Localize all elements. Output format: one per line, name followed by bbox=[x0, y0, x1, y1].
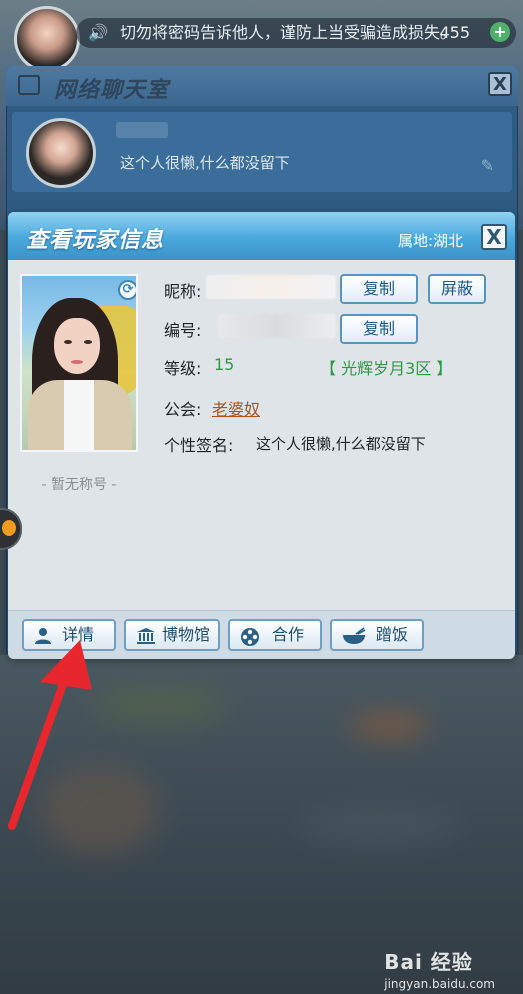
dialog-close-button[interactable]: X bbox=[481, 224, 507, 250]
film-reel-icon bbox=[240, 627, 259, 646]
notice-text: 切勿将密码告诉他人，谨防上当受骗造成损失。 bbox=[120, 23, 457, 42]
dialog-footer: 详情 博物馆 合作 蹭饭 bbox=[8, 610, 515, 659]
details-button[interactable]: 详情 bbox=[22, 619, 116, 651]
signature-label: 个性签名: bbox=[164, 436, 234, 455]
chat-close-button[interactable]: X bbox=[488, 72, 512, 96]
my-profile-row: 这个人很懒,什么都没留下 ✎ bbox=[12, 112, 512, 192]
chat-room-header: 网络聊天室 X bbox=[6, 66, 518, 106]
free-meal-button[interactable]: 蹭饭 bbox=[330, 619, 424, 651]
refresh-icon[interactable]: ⟳ bbox=[118, 280, 136, 300]
blurred-chat-background bbox=[0, 655, 523, 994]
server-name: 【 光辉岁月3区 】 bbox=[320, 359, 453, 378]
my-name-blurred bbox=[116, 122, 168, 138]
id-label: 编号: bbox=[164, 321, 202, 340]
cooperate-label: 合作 bbox=[272, 625, 305, 644]
id-value-blurred bbox=[218, 314, 336, 338]
speaker-icon: 🔊 bbox=[88, 23, 108, 42]
portrait-face bbox=[54, 318, 100, 374]
chat-room-title: 网络聊天室 bbox=[54, 78, 170, 103]
player-portrait: ⟳ bbox=[20, 274, 138, 452]
player-info-dialog: 查看玩家信息 属地:湖北 X ⟳ - 暂无称号 - 昵称: 复制 屏蔽 编号: … bbox=[8, 212, 515, 659]
guild-link[interactable]: 老婆奴 bbox=[212, 396, 260, 420]
watermark-url: jingyan.baidu.com bbox=[384, 977, 495, 991]
my-avatar[interactable] bbox=[26, 118, 96, 188]
guild-label: 公会: bbox=[164, 400, 202, 419]
museum-icon bbox=[136, 627, 155, 645]
user-icon bbox=[34, 627, 52, 645]
blurred-shape bbox=[40, 765, 160, 855]
copy-id-button[interactable]: 复制 bbox=[340, 314, 418, 344]
add-currency-button[interactable]: + bbox=[490, 22, 510, 42]
block-button[interactable]: 屏蔽 bbox=[428, 274, 486, 304]
nickname-value-blurred bbox=[206, 275, 336, 299]
player-avatar[interactable] bbox=[14, 6, 80, 72]
notice-bar: 🔊 切勿将密码告诉他人，谨防上当受骗造成损失。 455 + bbox=[76, 18, 516, 48]
museum-button[interactable]: 博物馆 bbox=[124, 619, 220, 651]
portrait-eye bbox=[84, 340, 92, 344]
portrait-shirt bbox=[64, 380, 94, 450]
portrait-eye bbox=[64, 340, 72, 344]
blurred-shape bbox=[350, 715, 430, 737]
copy-nickname-button[interactable]: 复制 bbox=[340, 274, 418, 304]
nickname-label: 昵称: bbox=[164, 282, 202, 301]
edit-icon[interactable]: ✎ bbox=[481, 156, 494, 175]
level-value: 15 bbox=[214, 355, 235, 374]
details-label: 详情 bbox=[62, 625, 95, 644]
rice-bowl-icon bbox=[342, 627, 366, 645]
chat-bubble-icon bbox=[18, 75, 40, 95]
museum-label: 博物馆 bbox=[162, 625, 211, 644]
blurred-shape bbox=[90, 685, 230, 725]
baidu-jingyan-watermark: Bai 经验 jingyan.baidu.com bbox=[384, 946, 495, 991]
assistant-icon bbox=[2, 520, 16, 536]
blurred-shape bbox=[300, 805, 460, 845]
dialog-header: 查看玩家信息 属地:湖北 X bbox=[8, 212, 515, 260]
portrait-lips bbox=[71, 360, 83, 364]
free-meal-label: 蹭饭 bbox=[376, 625, 409, 644]
dialog-title: 查看玩家信息 bbox=[26, 228, 165, 253]
currency-count: 455 bbox=[439, 23, 470, 42]
signature-value: 这个人很懒,什么都没留下 bbox=[256, 435, 426, 453]
level-label: 等级: bbox=[164, 359, 202, 378]
player-title-status: - 暂无称号 - bbox=[41, 477, 117, 493]
my-signature: 这个人很懒,什么都没留下 bbox=[120, 154, 290, 172]
watermark-brand: Bai 经验 bbox=[384, 950, 473, 974]
cooperate-button[interactable]: 合作 bbox=[228, 619, 322, 651]
player-location: 属地:湖北 bbox=[397, 232, 463, 250]
